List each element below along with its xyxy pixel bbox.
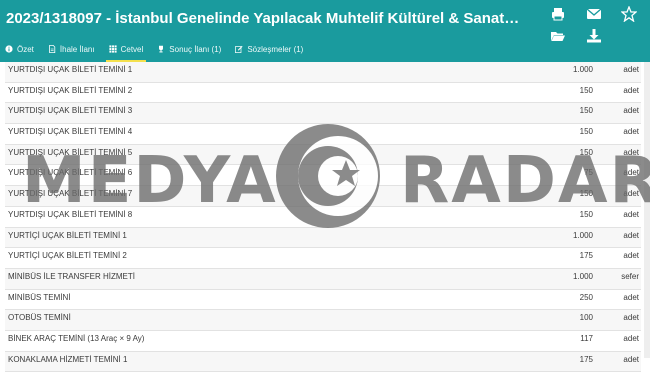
page-title: 2023/1318097 - İstanbul Genelinde Yapıla… [6,10,526,27]
tab-ozet[interactable]: Özet [5,38,34,60]
table-row: YURTDIŞI UÇAK BİLETİ TEMİNİ 4 150 adet [5,124,641,145]
tab-ihale-ilani[interactable]: İhale İlanı [48,38,95,60]
item-name: KONAKLAMA HİZMETİ TEMİNİ 1 [8,354,128,364]
item-unit: adet [623,333,639,343]
item-quantity: 175 [579,354,593,364]
item-unit: adet [623,147,639,157]
star-icon[interactable] [620,5,638,23]
item-name: YURTDIŞI UÇAK BİLETİ TEMİNİ 7 [8,189,133,199]
table-row: YURTDIŞI UÇAK BİLETİ TEMİNİ 2 150 adet [5,83,641,104]
item-quantity: 117 [580,333,593,343]
item-name: MİNİBÜS İLE TRANSFER HİZMETİ [8,271,135,281]
tab-label: Cetvel [120,44,144,54]
table-row: YURTDIŞI UÇAK BİLETİ TEMİNİ 7 150 adet [5,186,641,207]
tab-label: Özet [17,44,34,54]
item-name: MİNİBÜS TEMİNİ [8,292,71,302]
item-unit: adet [623,189,639,199]
item-quantity: 150 [579,209,593,219]
item-unit: adet [623,251,639,261]
item-unit: adet [623,106,639,116]
item-quantity: 1.000 [572,230,593,240]
grid-icon [109,45,117,53]
tab-sozlesmeler[interactable]: Sözleşmeler (1) [235,38,303,60]
item-unit: adet [623,65,639,74]
edit-icon [235,45,243,53]
item-quantity: 1.000 [572,271,593,281]
envelope-icon[interactable] [586,6,602,22]
item-quantity: 150 [579,189,593,199]
item-unit: adet [623,354,639,364]
table-row: MİNİBÜS TEMİNİ 250 adet [5,290,641,311]
tab-sonuc-ilani[interactable]: Sonuç İlanı (1) [157,38,221,60]
item-unit: adet [623,313,639,323]
table-row: OTOBÜS TEMİNİ 100 adet [5,310,641,331]
item-name: YURTDIŞI UÇAK BİLETİ TEMİNİ 4 [8,127,133,137]
item-unit: sefer [621,271,639,281]
item-name: YURTDIŞI UÇAK BİLETİ TEMİNİ 8 [8,209,133,219]
item-name: YURTİÇİ UÇAK BİLETİ TEMİNİ 2 [8,251,127,261]
info-icon [5,45,13,53]
scrollbar[interactable] [644,62,650,358]
table-row: YURTDIŞI UÇAK BİLETİ TEMİNİ 8 150 adet [5,207,641,228]
item-name: YURTDIŞI UÇAK BİLETİ TEMİNİ 1 [8,65,133,74]
tab-label: İhale İlanı [59,44,95,54]
item-quantity: 150 [579,147,593,157]
item-name: OTOBÜS TEMİNİ [8,313,71,323]
item-unit: adet [623,292,639,302]
item-quantity: 150 [579,106,593,116]
tab-cetvel[interactable]: Cetvel [105,38,146,63]
item-quantity: 1.000 [572,65,593,74]
table-row: YURTİÇİ UÇAK BİLETİ TEMİNİ 1 1.000 adet [5,227,641,249]
item-unit: adet [623,168,639,178]
item-quantity: 75 [584,168,593,178]
item-unit: adet [623,127,639,137]
item-quantity: 150 [579,127,593,137]
table-row: BİNEK ARAÇ TEMİNİ (13 Araç × 9 Ay) 117 a… [5,331,641,352]
table-row: YURTDIŞI UÇAK BİLETİ TEMİNİ 3 150 adet [5,103,641,125]
item-quantity: 250 [579,292,593,302]
tab-label: Sözleşmeler (1) [247,44,304,54]
header-bar: 2023/1318097 - İstanbul Genelinde Yapıla… [0,0,650,63]
table-row: KONAKLAMA HİZMETİ TEMİNİ 1 175 adet [5,351,641,372]
tab-label: Sonuç İlanı (1) [169,44,222,54]
item-quantity: 175 [579,251,593,261]
item-unit: adet [623,85,639,95]
table-row: YURTDIŞI UÇAK BİLETİ TEMİNİ 1 1.000 adet [5,62,641,83]
trophy-icon [159,45,164,53]
item-quantity: 100 [579,313,593,323]
item-quantity: 150 [579,85,593,95]
print-icon[interactable] [550,6,566,22]
item-name: YURTDIŞI UÇAK BİLETİ TEMİNİ 3 [8,106,133,116]
table-row: YURTDIŞI UÇAK BİLETİ TEMİNİ 5 150 adet [5,144,641,166]
item-name: YURTDIŞI UÇAK BİLETİ TEMİNİ 2 [8,85,133,95]
document-icon [49,45,56,53]
item-name: BİNEK ARAÇ TEMİNİ (13 Araç × 9 Ay) [8,333,145,343]
download-icon[interactable] [586,28,602,44]
item-name: YURTDIŞI UÇAK BİLETİ TEMİNİ 5 [8,147,133,157]
tab-bar: Özet İhale İlanı Cetvel Sonuç İlanı (1) … [0,36,317,63]
items-table: YURTDIŞI UÇAK BİLETİ TEMİNİ 1 1.000 adet… [5,62,641,372]
item-name: YURTİÇİ UÇAK BİLETİ TEMİNİ 1 [8,230,127,240]
table-row: MİNİBÜS İLE TRANSFER HİZMETİ 1.000 sefer [5,268,641,290]
item-unit: adet [623,230,639,240]
table-row: YURTDIŞI UÇAK BİLETİ TEMİNİ 6 75 adet [5,165,641,187]
item-name: YURTDIŞI UÇAK BİLETİ TEMİNİ 6 [8,168,133,178]
item-unit: adet [623,209,639,219]
table-row: YURTİÇİ UÇAK BİLETİ TEMİNİ 2 175 adet [5,248,641,269]
folder-open-icon[interactable] [550,28,566,44]
